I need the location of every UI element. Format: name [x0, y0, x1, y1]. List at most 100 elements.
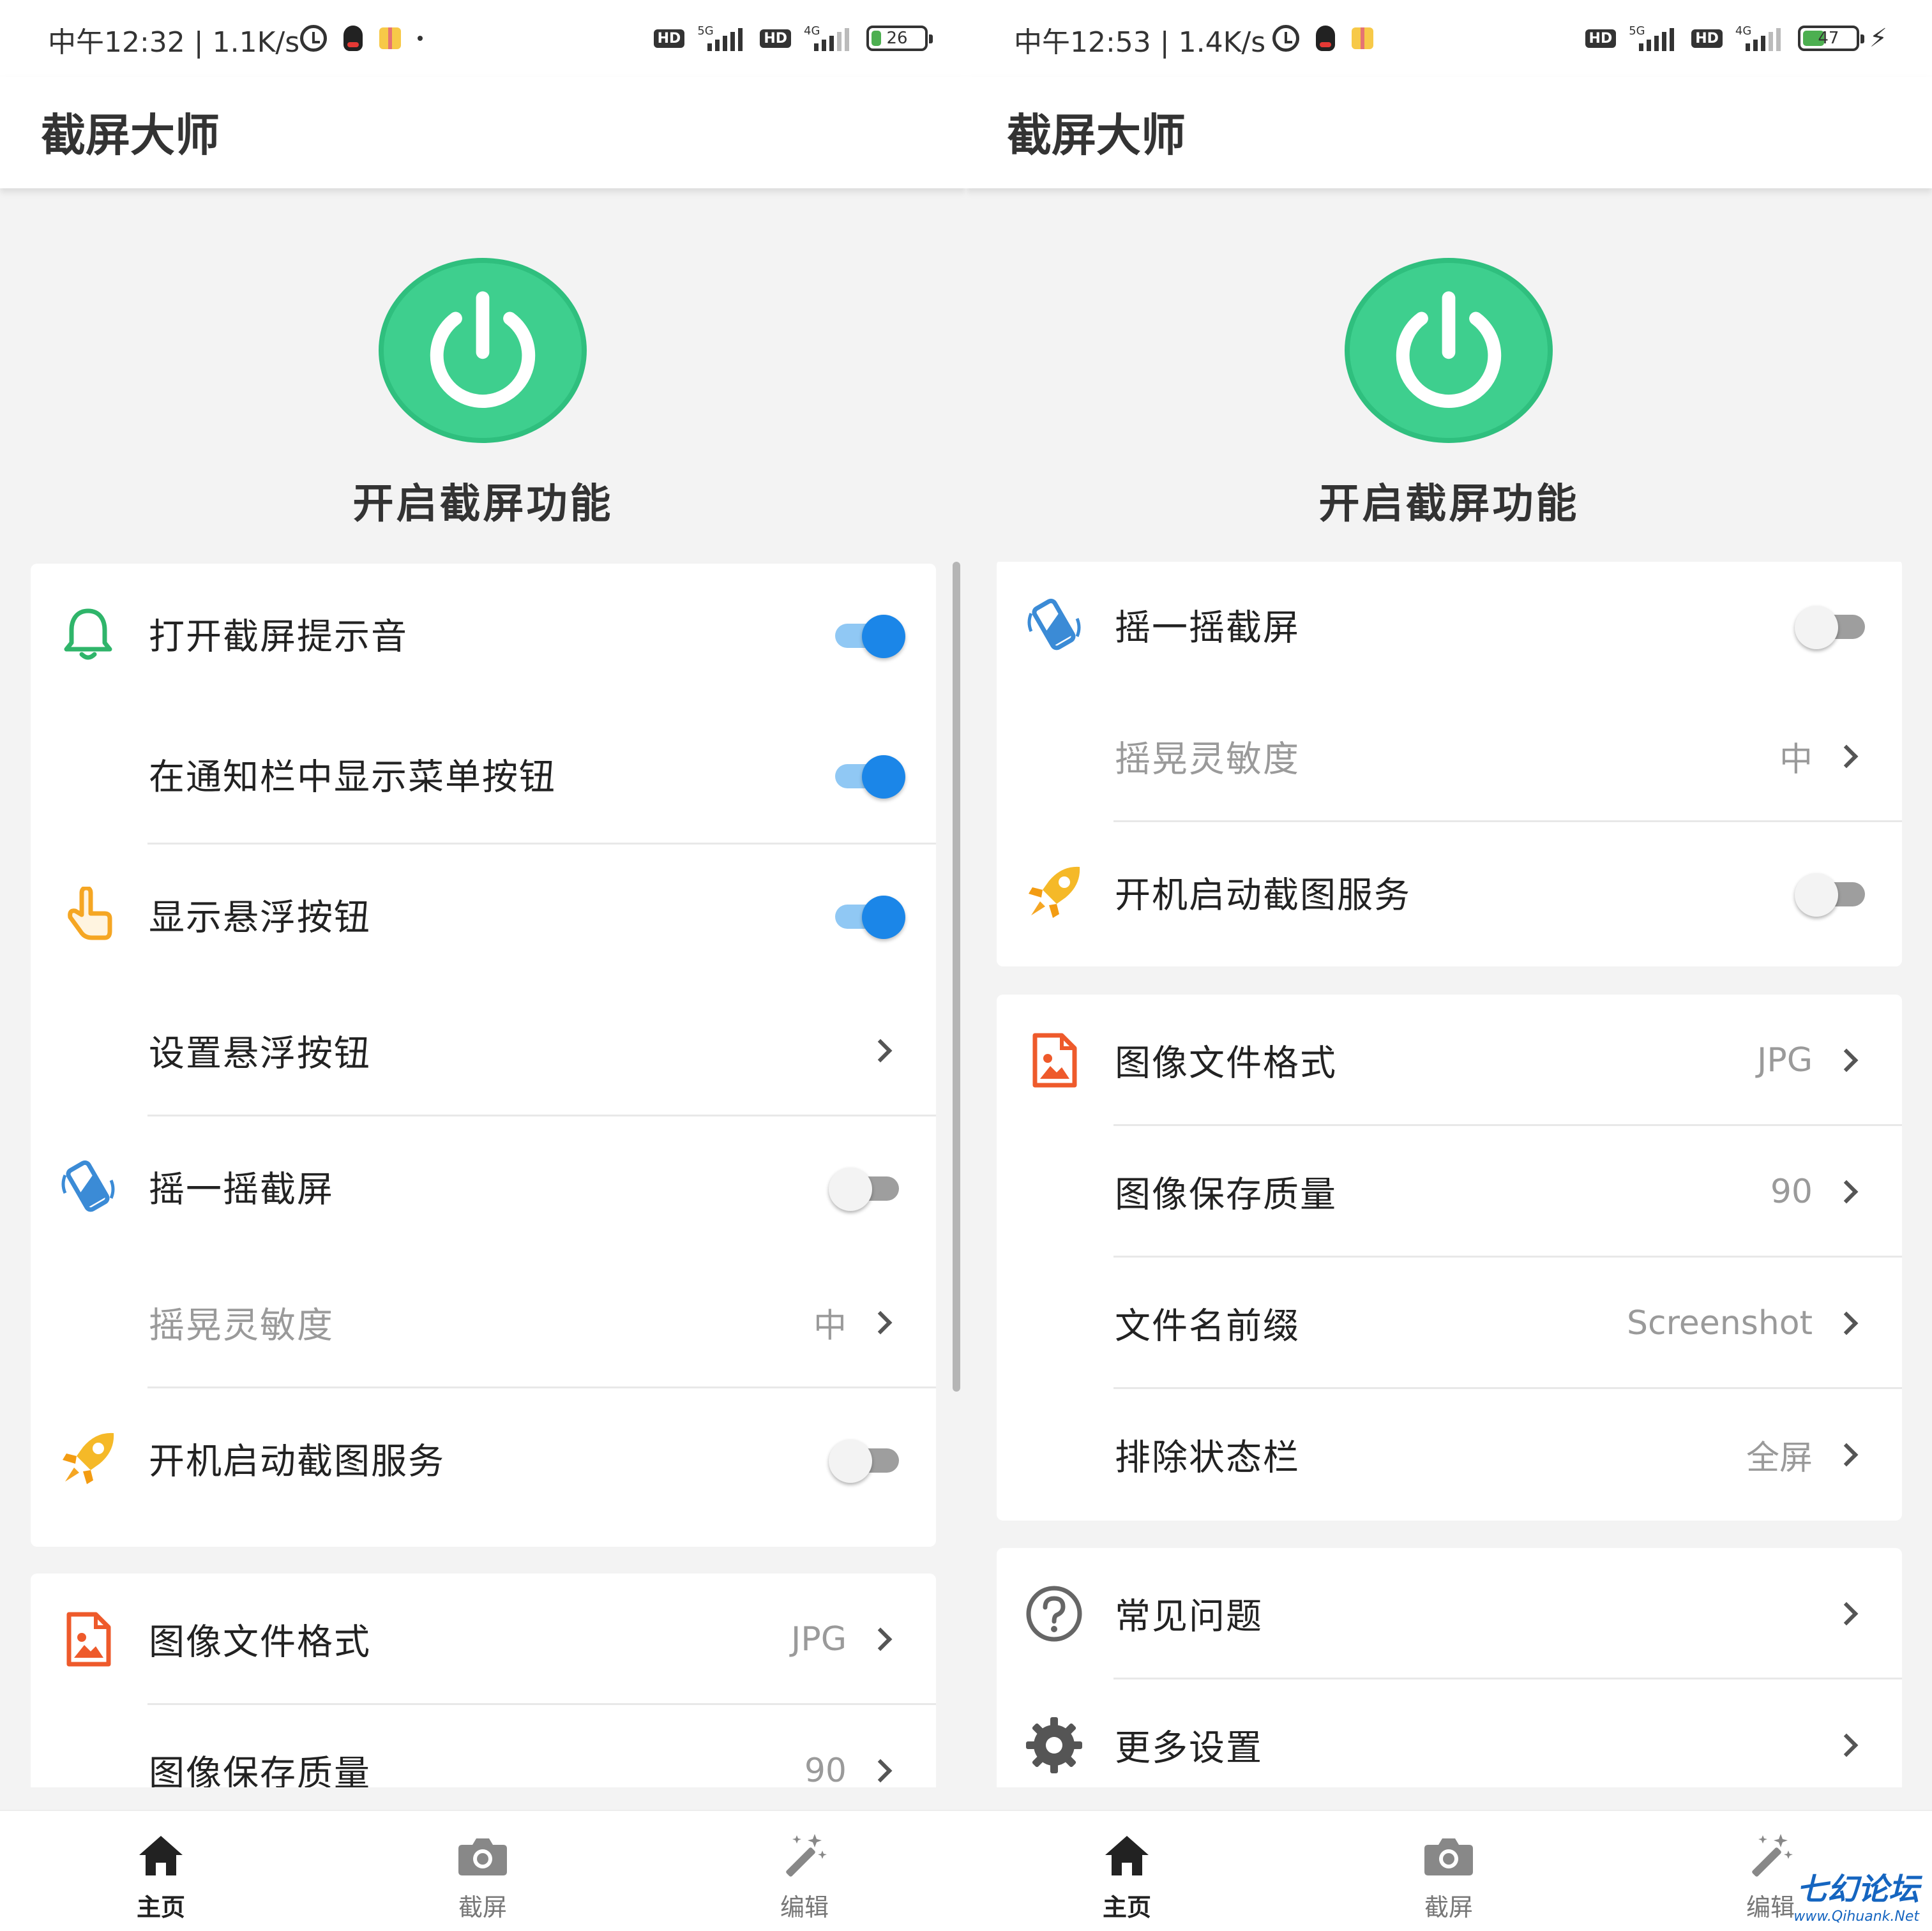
shake-phone-icon — [57, 1156, 119, 1217]
bottom-nav: 主页 截屏 编辑 — [0, 1810, 966, 1931]
format-row[interactable]: 图像文件格式 JPG — [997, 995, 1902, 1126]
shake-label: 摇一摇截屏 — [149, 1169, 334, 1211]
sensitivity-label: 摇晃灵敏度 — [149, 1305, 334, 1347]
more-settings-label: 更多设置 — [1115, 1727, 1263, 1769]
scrollbar[interactable] — [953, 562, 960, 1392]
prefix-row[interactable]: 文件名前缀 Screenshot — [997, 1258, 1902, 1389]
battery-icon: 26 — [866, 26, 933, 51]
sound-row[interactable]: 打开截屏提示音 — [31, 564, 936, 704]
chevron-right-icon — [868, 1039, 893, 1063]
format-row[interactable]: 图像文件格式 JPG — [31, 1574, 936, 1705]
power-label: 开启截屏功能 — [352, 481, 614, 528]
shake-row[interactable]: 摇一摇截屏 — [997, 562, 1902, 691]
app-bar: 截屏大师 — [966, 77, 1932, 188]
shake-phone-icon — [1023, 594, 1085, 656]
prefix-label: 文件名前缀 — [1115, 1305, 1300, 1348]
boot-row[interactable]: 开机启动截图服务 — [997, 822, 1902, 963]
shake-toggle[interactable] — [1795, 606, 1871, 649]
sensitivity-row[interactable]: 摇晃灵敏度 中 — [31, 1257, 936, 1388]
quality-row[interactable]: 图像保存质量 90 — [31, 1705, 936, 1787]
more-settings-row[interactable]: 更多设置 — [997, 1679, 1902, 1787]
camera-icon — [1353, 1830, 1544, 1881]
bell-icon — [57, 603, 119, 665]
nav-capture[interactable]: 截屏 — [387, 1830, 578, 1923]
bottom-nav: 主页 截屏 编辑 七幻论坛 www.Qihuank.Net — [966, 1810, 1932, 1931]
signal-4g-icon: 4G — [801, 24, 856, 52]
camera-icon — [387, 1830, 578, 1881]
home-icon — [65, 1830, 257, 1881]
alarm-icon — [1272, 25, 1299, 52]
nav-capture[interactable]: 截屏 — [1353, 1830, 1544, 1923]
home-icon — [1031, 1830, 1223, 1881]
alarm-icon — [300, 25, 327, 52]
format-label: 图像文件格式 — [149, 1621, 371, 1664]
sensitivity-value: 中 — [1779, 740, 1813, 779]
watermark-url: www.Qihuank.Net — [1793, 1909, 1919, 1925]
float-show-row[interactable]: 显示悬浮按钮 — [31, 845, 936, 985]
app-title: 截屏大师 — [1007, 109, 1186, 162]
quality-value: 90 — [1770, 1173, 1813, 1211]
gift-icon — [379, 27, 401, 49]
prefix-value: Screenshot — [1626, 1304, 1813, 1342]
sensitivity-label: 摇晃灵敏度 — [1115, 739, 1300, 781]
chevron-right-icon — [1834, 1733, 1859, 1757]
watermark: 七幻论坛 www.Qihuank.Net — [1793, 1864, 1919, 1925]
status-bar: 中午12:53 | 1.4K/s HD 5G HD 4G 47 ⚡ — [966, 0, 1932, 77]
nav-home[interactable]: 主页 — [65, 1830, 257, 1923]
faq-label: 常见问题 — [1115, 1596, 1263, 1638]
gear-icon — [1023, 1715, 1085, 1776]
chevron-right-icon — [1834, 744, 1859, 769]
hd-badge: HD — [653, 29, 685, 48]
chevron-right-icon — [1834, 1602, 1859, 1626]
exclude-status-label: 排除状态栏 — [1115, 1437, 1300, 1479]
pointing-hand-icon — [57, 884, 119, 945]
shake-toggle[interactable] — [829, 1168, 905, 1211]
power-button[interactable] — [379, 258, 587, 443]
quality-value: 90 — [804, 1752, 847, 1787]
boot-toggle[interactable] — [829, 1439, 905, 1483]
power-button[interactable] — [1345, 258, 1553, 443]
watermark-title: 七幻论坛 — [1796, 1872, 1919, 1907]
hd-badge-2: HD — [760, 29, 791, 48]
dot-icon — [418, 36, 423, 41]
chevron-right-icon — [1834, 1443, 1859, 1467]
power-icon — [430, 291, 536, 408]
notif-menu-toggle[interactable] — [829, 755, 905, 799]
sound-label: 打开截屏提示音 — [149, 616, 408, 658]
quality-label: 图像保存质量 — [149, 1753, 371, 1788]
settings-card-2: 图像文件格式 JPG 图像保存质量 90 — [31, 1574, 936, 1787]
qq-icon — [1316, 26, 1335, 51]
exclude-status-value: 全屏 — [1746, 1439, 1813, 1478]
battery-level: 26 — [886, 29, 908, 48]
status-bar: 中午12:32 | 1.1K/s HD 5G HD 4G 26 — [0, 0, 966, 77]
hd-badge-2: HD — [1691, 29, 1723, 48]
shake-label: 摇一摇截屏 — [1115, 607, 1300, 649]
battery-icon: 47 — [1797, 26, 1864, 51]
shake-row[interactable]: 摇一摇截屏 — [31, 1116, 936, 1257]
boot-toggle[interactable] — [1795, 873, 1871, 917]
float-set-row[interactable]: 设置悬浮按钮 — [31, 985, 936, 1116]
nav-edit[interactable]: 编辑 — [709, 1830, 900, 1923]
charging-icon: ⚡ — [1869, 24, 1887, 53]
qq-icon — [343, 26, 363, 51]
settings-card-2: 图像文件格式 JPG 图像保存质量 90 文件名前缀 Screenshot 排除… — [997, 995, 1902, 1521]
nav-capture-label: 截屏 — [1424, 1893, 1473, 1921]
exclude-status-row[interactable]: 排除状态栏 全屏 — [997, 1389, 1902, 1521]
power-label: 开启截屏功能 — [1318, 481, 1580, 528]
quality-row[interactable]: 图像保存质量 90 — [997, 1126, 1902, 1258]
format-value: JPG — [1757, 1041, 1813, 1079]
faq-row[interactable]: 常见问题 — [997, 1548, 1902, 1679]
boot-row[interactable]: 开机启动截图服务 — [31, 1388, 936, 1529]
magic-wand-icon — [709, 1830, 900, 1881]
notif-menu-row[interactable]: 在通知栏中显示菜单按钮 — [31, 704, 936, 845]
float-show-toggle[interactable] — [829, 896, 905, 939]
signal-5g-icon: 5G — [1626, 24, 1681, 52]
sound-toggle[interactable] — [829, 615, 905, 658]
nav-home[interactable]: 主页 — [1031, 1830, 1223, 1923]
settings-card-3: 常见问题 更多设置 — [997, 1548, 1902, 1787]
app-title: 截屏大师 — [41, 109, 220, 162]
signal-4g-icon: 4G — [1733, 24, 1788, 52]
chevron-right-icon — [1834, 1311, 1859, 1335]
boot-label: 开机启动截图服务 — [1115, 875, 1411, 917]
sensitivity-row[interactable]: 摇晃灵敏度 中 — [997, 691, 1902, 822]
